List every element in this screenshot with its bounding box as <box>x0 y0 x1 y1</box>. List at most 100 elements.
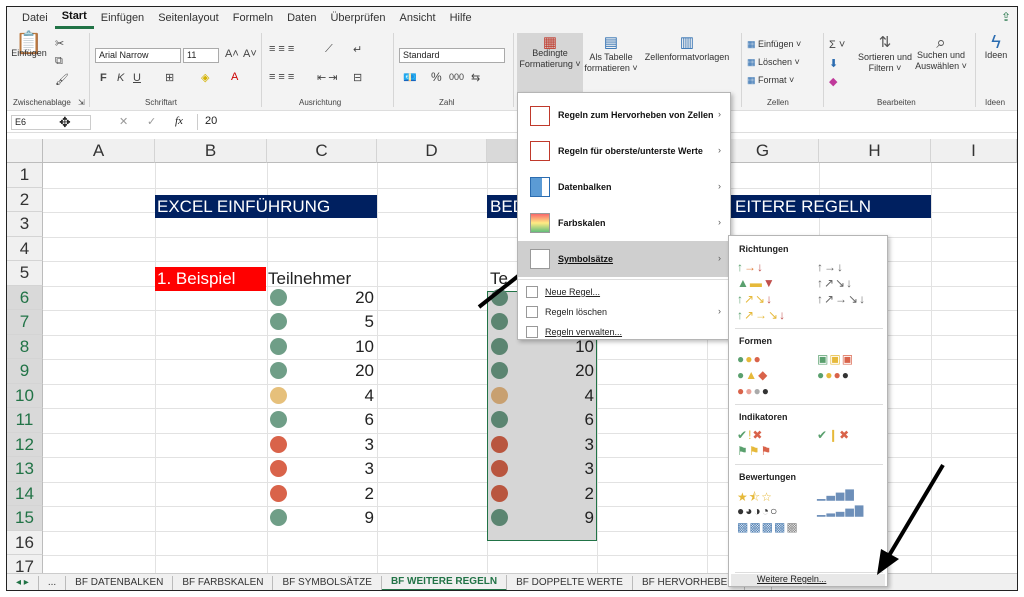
select-all-corner[interactable] <box>7 139 43 163</box>
row-header-13[interactable]: 13 <box>7 457 43 482</box>
row-header-12[interactable]: 12 <box>7 432 43 457</box>
format-painter-icon[interactable]: 🖌 <box>55 73 69 86</box>
copy-icon[interactable]: ⧉ <box>55 55 63 68</box>
row-header-7[interactable]: 7 <box>7 310 43 335</box>
sort-filter-button[interactable]: ⇅ Sortieren und Filtern ˅ <box>857 35 913 74</box>
cell-value-selected[interactable]: 6 <box>487 408 594 431</box>
menu-item-manage-rules[interactable]: Regeln verwalten... <box>518 323 730 341</box>
cell-value[interactable]: 5 <box>267 310 374 333</box>
row-header-3[interactable]: 3 <box>7 212 43 237</box>
tab-formeln[interactable]: Formeln <box>226 7 280 29</box>
row-header-8[interactable]: 8 <box>7 334 43 359</box>
arrows-3-gray[interactable]: ↑→↓ <box>817 260 844 274</box>
boxes-5[interactable]: ▩▩▩▩▩ <box>737 520 799 534</box>
cell-value-selected[interactable]: 4 <box>487 384 594 407</box>
more-rules-item[interactable]: Weitere Regeln... <box>731 574 885 586</box>
cell-value-selected[interactable]: 2 <box>487 482 594 505</box>
arrows-5-colored[interactable]: ↑↗→↘↓ <box>737 308 786 322</box>
tab-einfuegen[interactable]: Einfügen <box>94 7 151 29</box>
cell-value[interactable]: 20 <box>267 286 374 309</box>
signal-bars-5[interactable]: ▁▂▃▅▇ <box>817 504 864 517</box>
sheet-tab-datenbalken[interactable]: BF DATENBALKEN <box>66 576 174 590</box>
cell-value[interactable]: 3 <box>267 433 374 456</box>
font-name-select[interactable]: Arial Narrow <box>95 48 181 63</box>
cell-value[interactable]: 20 <box>267 359 374 382</box>
signal-bars-4[interactable]: ▁▃▅▇ <box>817 488 855 501</box>
name-box[interactable]: E6 <box>11 115 91 130</box>
signs-3[interactable]: ●▲◆ <box>737 368 768 382</box>
column-header-c[interactable]: C <box>267 139 377 163</box>
border-icon[interactable]: ⊞ <box>165 71 174 84</box>
cut-icon[interactable]: ✂ <box>55 37 64 50</box>
merge-icon[interactable]: ⊟ <box>353 71 362 84</box>
insert-cells-button[interactable]: ▦ Einfügen ˅ <box>747 39 801 50</box>
column-header-d[interactable]: D <box>377 139 487 163</box>
shrink-font-button[interactable]: A˅ <box>243 48 257 60</box>
cell-value[interactable]: 4 <box>267 384 374 407</box>
red-to-black-4[interactable]: ●●●● <box>737 384 770 398</box>
menu-item-icon-sets[interactable]: Symbolsätze › <box>518 241 730 277</box>
column-header-h[interactable]: H <box>819 139 931 163</box>
grow-font-button[interactable]: A˄ <box>225 48 239 60</box>
arrows-3-colored[interactable]: ↑→↓ <box>737 260 764 274</box>
row-header-5[interactable]: 5 <box>7 261 43 286</box>
sheet-tab-doppelte-werte[interactable]: BF DOPPELTE WERTE <box>507 576 633 590</box>
arrows-4-colored[interactable]: ↑↗↘↓ <box>737 292 773 306</box>
menu-item-data-bars[interactable]: Datenbalken › <box>518 169 730 205</box>
autosum-button[interactable]: Σ ˅ <box>829 39 845 51</box>
cell-value-selected[interactable]: 9 <box>487 506 594 529</box>
menu-item-top-bottom-rules[interactable]: Regeln für oberste/unterste Werte › <box>518 133 730 169</box>
clear-icon[interactable]: ◆ <box>829 75 837 88</box>
column-header-b[interactable]: B <box>155 139 267 163</box>
font-color-icon[interactable]: A <box>231 71 238 83</box>
delete-cells-button[interactable]: ▦ Löschen ˅ <box>747 57 800 68</box>
bold-button[interactable]: F <box>100 72 107 84</box>
wrap-text-icon[interactable]: ↵ <box>353 43 362 56</box>
cell-value[interactable]: 10 <box>267 335 374 358</box>
menu-item-new-rule[interactable]: Neue Regel... <box>518 283 730 301</box>
currency-icon[interactable]: 💶 <box>403 71 417 84</box>
percent-button[interactable]: % <box>431 70 442 84</box>
insert-function-button[interactable]: fx <box>175 115 183 127</box>
row-header-16[interactable]: 16 <box>7 530 43 555</box>
tab-seitenlayout[interactable]: Seitenlayout <box>151 7 226 29</box>
find-select-button[interactable]: ⌕ Suchen und Auswählen ˅ <box>913 34 969 72</box>
format-as-table-button[interactable]: ▤ Als Tabelle formatieren ˅ <box>583 35 639 74</box>
tab-ueberpruefen[interactable]: Überprüfen <box>323 7 392 29</box>
symbols-uncircled[interactable]: ✔❙✖ <box>817 428 850 442</box>
row-header-11[interactable]: 11 <box>7 408 43 433</box>
tab-hilfe[interactable]: Hilfe <box>443 7 479 29</box>
traffic-lights-3[interactable]: ●●● <box>737 352 762 366</box>
align-top-icons[interactable]: ≡≡≡ <box>269 43 297 55</box>
row-header-10[interactable]: 10 <box>7 383 43 408</box>
row-header-6[interactable]: 6 <box>7 285 43 310</box>
row-header-2[interactable]: 2 <box>7 187 43 212</box>
sheet-tab-symbolsaetze[interactable]: BF SYMBOLSÄTZE <box>273 576 382 590</box>
enter-icon[interactable]: ✓ <box>147 115 156 128</box>
row-header-1[interactable]: 1 <box>7 163 43 188</box>
share-icon[interactable]: ⇪ <box>1001 10 1011 24</box>
formula-input[interactable]: 20 <box>205 115 217 127</box>
column-header-a[interactable]: A <box>43 139 155 163</box>
cell-value-selected[interactable]: 20 <box>487 359 594 382</box>
cell-value[interactable]: 2 <box>267 482 374 505</box>
cell-value-selected[interactable]: 3 <box>487 457 594 480</box>
menu-item-delete-rules[interactable]: Regeln löschen › <box>518 303 730 321</box>
tab-start[interactable]: Start <box>54 7 94 29</box>
fill-icon[interactable]: ⬇ <box>829 57 838 70</box>
sheet-tab-more[interactable]: ... <box>39 576 67 590</box>
dialog-launcher-icon[interactable]: ⇲ <box>78 98 85 107</box>
font-size-select[interactable]: 11 <box>183 48 219 63</box>
cell-value[interactable]: 6 <box>267 408 374 431</box>
menu-item-highlight-rules[interactable]: Regeln zum Hervorheben von Zellen › <box>518 99 730 133</box>
conditional-formatting-button[interactable]: ▦ Bedingte Formatierung ˅ <box>517 33 583 93</box>
sheet-tab-weitere-regeln[interactable]: BF WEITERE REGELN <box>381 575 508 590</box>
fill-color-icon[interactable]: ◈ <box>201 71 209 84</box>
row-header-15[interactable]: 15 <box>7 506 43 531</box>
italic-button[interactable]: K <box>117 72 124 84</box>
arrows-5-gray[interactable]: ↑↗→↘↓ <box>817 292 866 306</box>
cell-value[interactable]: 9 <box>267 506 374 529</box>
underline-button[interactable]: U <box>133 72 141 84</box>
symbols-circled[interactable]: ✔!✖ <box>737 428 763 442</box>
sheet-tab-farbskalen[interactable]: BF FARBSKALEN <box>173 576 274 590</box>
